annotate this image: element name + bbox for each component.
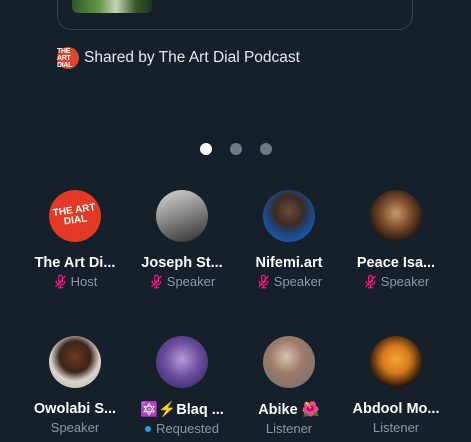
avatar-logo-text: THE ART DIAL xyxy=(52,202,97,228)
shared-media-card[interactable] xyxy=(57,0,413,30)
participant-role: Speaker xyxy=(340,274,452,289)
muted-mic-icon xyxy=(257,274,269,289)
participant-name: Abike 🌺 xyxy=(258,402,320,418)
role-label: Host xyxy=(70,274,98,289)
role-label: Requested xyxy=(156,421,219,436)
participant-tile[interactable]: Abdool Mo... Listener xyxy=(340,336,452,435)
avatar xyxy=(263,190,315,242)
muted-mic-icon xyxy=(54,274,66,289)
participant-name: 🔯⚡Blaq ... xyxy=(140,402,224,418)
participant-tile[interactable]: THE ART DIAL The Art Di... Host xyxy=(19,190,131,289)
avatar xyxy=(263,336,315,388)
participant-role: Listener xyxy=(340,420,452,435)
role-label: Speaker xyxy=(166,274,216,289)
participant-tile[interactable]: Abike 🌺 Listener xyxy=(233,336,345,436)
art-dial-logo-icon: THE ART DIAL xyxy=(57,47,79,69)
role-label: Listener xyxy=(265,421,313,436)
participant-role: Speaker xyxy=(19,420,131,435)
participant-tile[interactable]: Owolabi S... Speaker xyxy=(19,336,131,435)
participant-role: Listener xyxy=(233,421,345,436)
role-label: Speaker xyxy=(380,274,430,289)
avatar xyxy=(156,190,208,242)
participant-tile[interactable]: Nifemi.art Speaker xyxy=(233,190,345,289)
participant-name: Owolabi S... xyxy=(33,401,117,417)
avatar xyxy=(370,336,422,388)
page-indicator xyxy=(0,143,471,157)
shared-by-text: Shared by The Art Dial Podcast xyxy=(84,49,300,66)
participant-role: Speaker xyxy=(126,274,238,289)
shared-by-row: THE ART DIAL Shared by The Art Dial Podc… xyxy=(57,47,300,69)
participant-name: Joseph St... xyxy=(141,255,223,271)
avatar: THE ART DIAL xyxy=(49,190,101,242)
avatar xyxy=(156,336,208,388)
participant-role: Speaker xyxy=(233,274,345,289)
page-dot[interactable] xyxy=(199,143,212,155)
role-label: Speaker xyxy=(50,420,100,435)
participant-role: Requested xyxy=(126,421,238,436)
role-label: Speaker xyxy=(273,274,323,289)
avatar xyxy=(370,190,422,242)
participant-tile[interactable]: Peace Isa... Speaker xyxy=(340,190,452,289)
page-dot[interactable] xyxy=(259,143,272,155)
avatar xyxy=(49,336,101,388)
participant-name: Peace Isa... xyxy=(356,255,436,271)
participant-role: Host xyxy=(19,274,131,289)
participant-name: The Art Di... xyxy=(34,255,116,271)
role-label: Listener xyxy=(372,420,420,435)
participant-tile[interactable]: Joseph St... Speaker xyxy=(126,190,238,289)
shared-logo-text: THE ART DIAL xyxy=(57,47,73,69)
requested-dot-icon xyxy=(145,425,152,432)
muted-mic-icon xyxy=(364,274,376,289)
participant-tile[interactable]: 🔯⚡Blaq ... Requested xyxy=(126,336,238,436)
media-thumbnail xyxy=(72,0,152,13)
participant-name: Abdool Mo... xyxy=(352,401,440,417)
muted-mic-icon xyxy=(150,274,162,289)
participant-name: Nifemi.art xyxy=(255,255,323,271)
page-dot[interactable] xyxy=(229,143,242,155)
